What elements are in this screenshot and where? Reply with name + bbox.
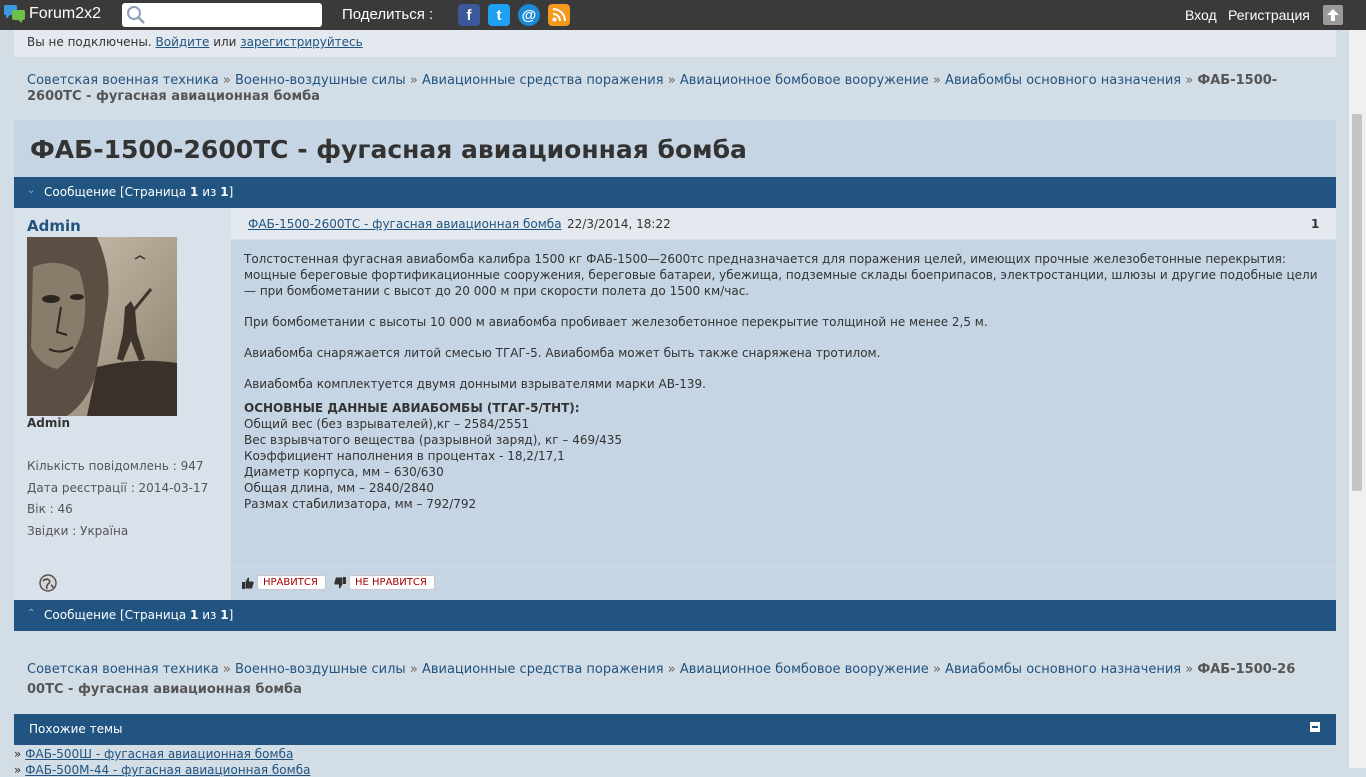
breadcrumb: Советская военная техника » Военно-возду… xyxy=(27,73,1278,104)
collapse-icon[interactable] xyxy=(1310,722,1320,732)
stats-heading: ОСНОВНЫЕ ДАННЫЕ АВИАБОМБЫ (ТГАГ-5/ТНТ): xyxy=(244,401,580,415)
list-item: » ФАБ-500М-44 - фугасная авиационная бом… xyxy=(14,763,311,777)
stat-line: Общий вес (без взрывателей),кг – 2584/25… xyxy=(244,417,530,431)
email-icon[interactable]: @ xyxy=(518,4,540,26)
similar-topics-header: Похожие темы xyxy=(14,714,1336,745)
breadcrumb-item[interactable]: Военно-воздушные силы xyxy=(235,73,406,88)
search-icon xyxy=(127,6,145,24)
post-number[interactable]: 1 xyxy=(1311,217,1319,231)
thumbs-up-icon xyxy=(242,577,254,589)
list-item: » ФАБ-500Ш - фугасная авиационная бомба xyxy=(14,747,294,761)
register-link[interactable]: Регистрация xyxy=(1228,7,1310,23)
post-author-name[interactable]: Admin xyxy=(27,217,81,235)
breadcrumb-item[interactable]: Авиационное бомбовое вооружение xyxy=(680,662,929,677)
stat-line: Диаметр корпуса, мм – 630/630 xyxy=(244,465,444,479)
post-paragraph: Толстостенная фугасная авиабомба калибра… xyxy=(244,252,1318,298)
breadcrumb-item[interactable]: Военно-воздушные силы xyxy=(235,662,406,677)
breadcrumb-item[interactable]: Авиационные средства поражения xyxy=(422,662,664,677)
stat-line: Коэффициент наполнения в процентах - 18,… xyxy=(244,449,565,463)
breadcrumb-item[interactable]: Авиабомбы основного назначения xyxy=(945,73,1181,88)
page-title: ФАБ-1500-2600ТС - фугасная авиационная б… xyxy=(30,135,747,164)
post-paragraph: При бомбометании с высоты 10 000 м авиаб… xyxy=(244,315,988,329)
stat-line: Размах стабилизатора, мм – 792/792 xyxy=(244,497,477,511)
search-input[interactable] xyxy=(122,3,322,27)
expand-chevron-icon[interactable]: ⌃ xyxy=(27,608,35,619)
breadcrumb-item[interactable]: Советская военная техника xyxy=(27,73,219,88)
collapse-chevron-icon[interactable]: ⌄ xyxy=(27,185,35,196)
profile-field-location: Звідки : Україна xyxy=(27,524,129,538)
post-paragraph: Авиабомба снаряжается литой смесью ТГАГ-… xyxy=(244,346,881,360)
like-button[interactable]: НРАВИТСЯ xyxy=(242,575,326,590)
similar-topics-title: Похожие темы xyxy=(29,722,123,736)
globe-icon[interactable] xyxy=(38,573,58,593)
share-label: Поделиться : xyxy=(342,6,434,23)
pager-bar-top: ⌄ Сообщение [Страница 1 из 1] xyxy=(14,177,1336,208)
post-title-link[interactable]: ФАБ-1500-2600ТС - фугасная авиационная б… xyxy=(248,217,562,231)
notice-login-link[interactable]: Войдите xyxy=(156,35,210,49)
profile-field-posts: Кількість повідомлень : 947 xyxy=(27,459,204,473)
pager-text: Сообщение [Страница 1 из 1] xyxy=(44,608,234,622)
post-date: 22/3/2014, 18:22 xyxy=(567,217,671,231)
arrow-up-icon xyxy=(1327,9,1339,21)
chat-bubbles-icon xyxy=(4,5,25,23)
breadcrumb-current: ФАБ-1500-26 xyxy=(1197,662,1296,677)
scrollbar-thumb[interactable] xyxy=(1352,114,1362,491)
breadcrumb-item[interactable]: Авиационное бомбовое вооружение xyxy=(680,73,929,88)
pager-text: Сообщение [Страница 1 из 1] xyxy=(44,185,234,199)
vote-divider xyxy=(231,566,1336,567)
breadcrumb-item[interactable]: Советская военная техника xyxy=(27,662,219,677)
pager-bar-bottom: ⌃ Сообщение [Страница 1 из 1] xyxy=(14,600,1336,631)
stat-line: Общая длина, мм – 2840/2840 xyxy=(244,481,434,495)
breadcrumb-item[interactable]: Авиабомбы основного назначения xyxy=(945,662,1181,677)
facebook-icon[interactable]: f xyxy=(458,4,480,26)
breadcrumb-item[interactable]: Авиационные средства поражения xyxy=(422,73,664,88)
avatar[interactable] xyxy=(27,237,177,416)
post-body: Толстостенная фугасная авиабомба калибра… xyxy=(244,251,1329,512)
profile-field-age: Вік : 46 xyxy=(27,502,73,516)
twitter-icon[interactable]: t xyxy=(488,4,510,26)
notice-prefix: Вы не подключены. xyxy=(27,35,152,49)
stat-line: Вес взрывчатого вещества (разрывной заря… xyxy=(244,433,623,447)
similar-topic-link[interactable]: ФАБ-500М-44 - фугасная авиационная бомба xyxy=(25,763,310,777)
notice-register-link[interactable]: зарегистрируйтесь xyxy=(240,35,362,49)
breadcrumb-current-cont: 00ТС - фугасная авиационная бомба xyxy=(27,682,302,697)
title-panel: ФАБ-1500-2600ТС - фугасная авиационная б… xyxy=(14,120,1336,177)
post-paragraph: Авиабомба комплектуется двумя донными вз… xyxy=(244,377,706,391)
dislike-label: НЕ НРАВИТСЯ xyxy=(349,575,435,590)
share-icons: f t @ xyxy=(458,4,570,26)
scroll-top-button[interactable] xyxy=(1323,5,1343,25)
profile-field-registered: Дата реєстрації : 2014-03-17 xyxy=(27,481,209,495)
forum-logo[interactable]: Forum2x2 xyxy=(4,5,101,23)
notice-or: или xyxy=(213,35,237,49)
login-link[interactable]: Вход xyxy=(1185,7,1217,23)
login-notice: Вы не подключены. Войдите или зарегистри… xyxy=(14,30,1336,57)
like-label: НРАВИТСЯ xyxy=(257,575,326,590)
rss-icon[interactable] xyxy=(548,4,570,26)
similar-topic-link[interactable]: ФАБ-500Ш - фугасная авиационная бомба xyxy=(25,747,293,761)
logo-text: Forum2x2 xyxy=(29,5,102,22)
dislike-button[interactable]: НЕ НРАВИТСЯ xyxy=(334,575,435,590)
author-rank: Admin xyxy=(27,416,71,430)
top-toolbar: Forum2x2 Поделиться : f t @ Вход Регистр… xyxy=(0,0,1366,30)
breadcrumb-bottom: Советская военная техника » Военно-возду… xyxy=(27,662,1296,697)
thumbs-down-icon xyxy=(334,576,346,588)
